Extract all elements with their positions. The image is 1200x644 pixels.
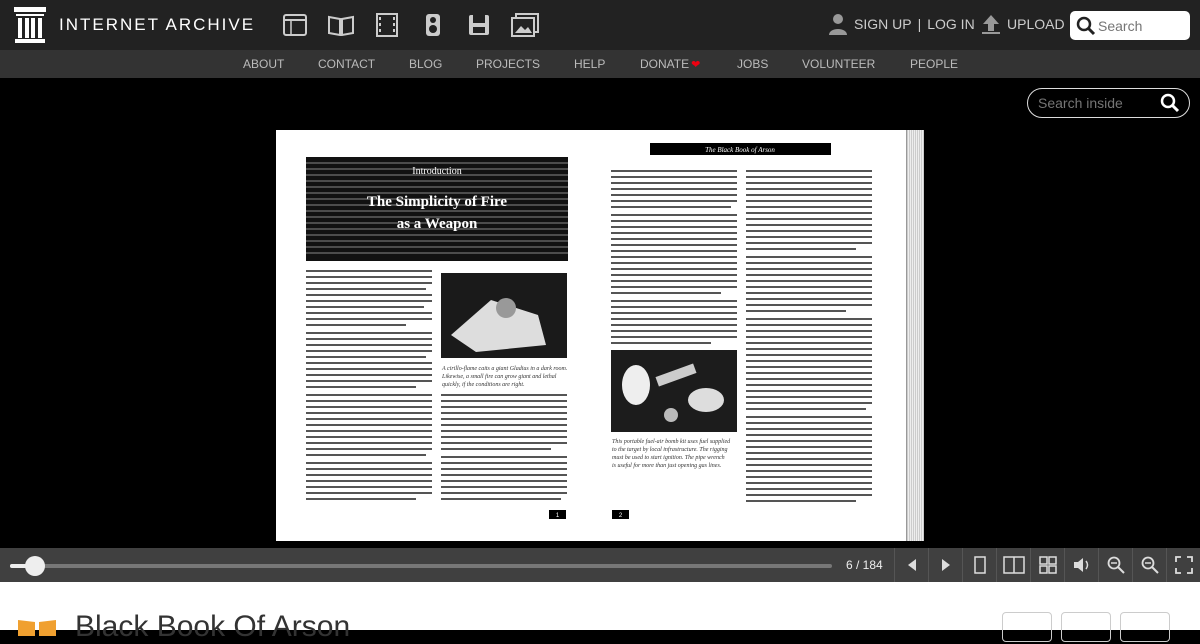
reader-controls [894,548,1200,582]
audio-icon[interactable] [410,10,456,40]
thumbnail-view-button[interactable] [1030,548,1064,582]
site-search-box [1070,11,1190,40]
search-icon[interactable] [1076,16,1096,36]
reader-nav-bar: 6 / 184 [0,548,1200,582]
video-icon[interactable] [364,10,410,40]
item-title: Black Book Of Arson [75,610,351,643]
heart-icon: ❤ [691,59,701,71]
web-icon[interactable] [272,10,318,40]
one-page-view-button[interactable] [962,548,996,582]
nav-people[interactable]: PEOPLE [910,57,958,71]
software-icon[interactable] [456,10,502,40]
user-account-area: SIGN UP | LOG IN [828,13,975,35]
one-page-icon [973,556,986,574]
nav-donate-label: DONATE [640,57,690,71]
chapter-title: The Simplicity of Fire [367,194,507,210]
right-column-text [611,170,737,344]
nav-projects[interactable]: PROJECTS [476,57,540,71]
two-page-icon [1002,556,1025,574]
upload-link[interactable]: UPLOAD [980,13,1065,35]
archive-building-icon [14,7,46,43]
left-column-text [306,270,432,500]
chapter-label: Introduction [412,166,461,177]
page-indicator: 6 / 184 [846,558,883,572]
right-page: The Black Book of Arson This portable fu… [611,143,872,519]
page-slider[interactable] [10,556,832,576]
item-details-area: Black Book Of Arson [0,582,1200,643]
search-inside-input[interactable] [1038,95,1160,111]
zoom-in-button[interactable] [1132,548,1166,582]
zoom-out-button[interactable] [1098,548,1132,582]
share-button[interactable] [1061,612,1111,642]
login-link[interactable]: LOG IN [927,16,974,32]
zoom-in-icon [1141,556,1159,574]
svg-text:is useful for more than just o: is useful for more than just opening gas… [612,462,721,469]
prev-icon [907,559,916,571]
prev-page-button[interactable] [894,548,928,582]
media-type-nav [272,10,548,40]
svg-text:must be used to start ignition: must be used to start ignition. The pipe… [612,455,725,461]
upload-label: UPLOAD [1007,16,1065,32]
archive-logo[interactable]: INTERNET ARCHIVE [14,7,255,43]
thumbnails-icon [1038,556,1057,574]
fullscreen-button[interactable] [1166,548,1200,582]
left-caption: A cirillo-flame caits a giant Gladius in… [441,365,567,372]
read-aloud-icon [1073,558,1088,572]
right-caption: This portable fuel-air bomb kit uses fue… [612,438,731,445]
running-head: The Black Book of Arson [705,146,775,154]
texts-icon [18,620,56,636]
nav-about[interactable]: ABOUT [243,57,284,71]
nav-help[interactable]: HELP [574,57,605,71]
favorite-button[interactable] [1002,612,1052,642]
next-page-button[interactable] [928,548,962,582]
logo-text: INTERNET ARCHIVE [59,15,256,34]
flag-button[interactable] [1120,612,1170,642]
texts-icon[interactable] [318,10,364,40]
nav-blog[interactable]: BLOG [409,57,442,71]
book-reader: Introduction The Simplicity of Fire as a… [0,78,1200,548]
chapter-title-2: as a Weapon [397,216,478,232]
next-icon [941,559,950,571]
nav-volunteer[interactable]: VOLUNTEER [802,57,875,71]
top-navigation-bar: INTERNET ARCHIVE SIGN UP | LOG IN UPLOAD [0,0,1200,50]
images-icon[interactable] [502,10,548,40]
two-page-view-button[interactable] [996,548,1030,582]
nav-donate[interactable]: DONATE ❤ [640,57,700,71]
book-spread[interactable]: Introduction The Simplicity of Fire as a… [276,130,906,541]
search-icon[interactable] [1160,93,1180,113]
search-inside-box [1027,88,1190,118]
svg-text:to the target by local infrast: to the target by local infrastructure. T… [612,446,728,453]
secondary-nav: ABOUT CONTACT BLOG PROJECTS HELP DONATE ❤… [0,50,1200,78]
fullscreen-icon [1174,556,1193,574]
read-aloud-button[interactable] [1064,548,1098,582]
zoom-out-icon [1107,556,1125,574]
svg-text:quickly, if the conditions are: quickly, if the conditions are right. [442,381,525,388]
book-page-edges [906,130,924,541]
left-column-text-2 [441,394,567,500]
site-search-input[interactable] [1098,17,1186,34]
left-page: Introduction The Simplicity of Fire as a… [306,157,568,519]
upload-icon [982,15,1000,34]
separator: | [917,16,922,32]
nav-jobs[interactable]: JOBS [737,57,768,71]
svg-text:Likewise, a small fire can gro: Likewise, a small fire can grow giant an… [441,373,557,380]
page-slider-handle[interactable] [24,556,45,576]
right-column-text-2 [746,170,872,502]
signup-link[interactable]: SIGN UP [854,16,912,32]
user-icon [829,14,847,35]
nav-contact[interactable]: CONTACT [318,57,375,71]
